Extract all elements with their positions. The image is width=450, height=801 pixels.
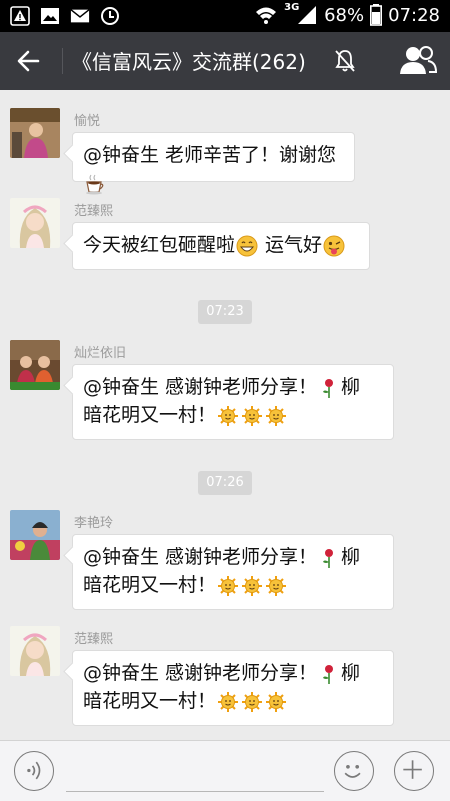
grin-icon [236, 235, 258, 256]
message-input[interactable] [66, 755, 324, 792]
sun-icon [266, 405, 287, 426]
plus-icon [403, 760, 422, 779]
sender-name: 李艳玲 [74, 516, 114, 531]
sun-icon [242, 575, 263, 596]
message-bubble[interactable]: @钟奋生 老师辛苦了！谢谢您 [72, 132, 355, 194]
message-text: @钟奋生 感谢钟老师分享！ [83, 376, 318, 398]
message-bubble[interactable]: @钟奋生 感谢钟老师分享！ 柳 暗花明又一村！ [72, 534, 394, 610]
avatar-photo [10, 340, 60, 390]
time-separator: 07:26 [198, 471, 252, 495]
message-text: 柳 [341, 546, 361, 568]
message-text: 柳 [341, 376, 361, 398]
voice-input-button[interactable] [14, 751, 54, 791]
sender-name: 范臻熙 [74, 204, 114, 219]
tongue-wink-icon [323, 235, 345, 256]
sender-name: 愉悦 [74, 114, 101, 129]
signal-icon [298, 6, 317, 24]
emoji-button[interactable] [334, 751, 374, 791]
avatar-photo [10, 510, 60, 560]
warning-icon [10, 6, 30, 26]
avatar[interactable] [10, 198, 60, 248]
message-text: @钟奋生 感谢钟老师分享！ [83, 546, 318, 568]
avatar[interactable] [10, 510, 60, 560]
status-bar: 3G 68% 07:28 [0, 0, 450, 32]
message-bubble[interactable]: 今天被红包砸醒啦 运气好 [72, 222, 370, 270]
coffee-icon [86, 174, 104, 194]
sun-icon [266, 575, 287, 596]
notification-icons [10, 6, 120, 26]
back-arrow-icon[interactable] [10, 41, 50, 81]
mail-icon [70, 9, 90, 23]
mute-bell-icon [335, 50, 355, 72]
cell-signal: 3G [284, 2, 318, 26]
sun-icon [218, 405, 239, 426]
smiley-icon [344, 764, 361, 778]
sun-icon [218, 575, 239, 596]
rose-icon [323, 378, 334, 398]
time-separator: 07:23 [198, 300, 252, 324]
image-icon [41, 8, 59, 24]
group-members-icon[interactable] [398, 44, 438, 78]
voice-icon [27, 761, 41, 780]
input-bar [0, 740, 450, 801]
sender-name: 灿烂依旧 [74, 346, 127, 361]
avatar[interactable] [10, 340, 60, 390]
avatar-photo [10, 108, 60, 158]
more-options-button[interactable] [394, 751, 434, 791]
title-divider [62, 48, 63, 74]
wifi-icon [256, 7, 277, 24]
clock: 07:28 [388, 4, 440, 26]
message-list[interactable]: 愉悦 @钟奋生 老师辛苦了！谢谢您 范臻熙 今天被红包砸醒啦 运气好 07:23… [0, 90, 450, 740]
battery-percent: 68% [324, 4, 365, 26]
message-text: 暗花明又一村！ [83, 404, 217, 426]
sync-icon [101, 7, 119, 25]
message-bubble[interactable]: @钟奋生 感谢钟老师分享！ 柳 暗花明又一村！ [72, 364, 394, 440]
chat-title: 《信富风云》交流群(262) [72, 50, 306, 74]
avatar-photo [10, 626, 60, 676]
sun-icon [218, 691, 239, 712]
sun-icon [242, 691, 263, 712]
battery-icon [370, 4, 383, 26]
sender-name: 范臻熙 [74, 632, 114, 647]
sun-icon [266, 691, 287, 712]
avatar[interactable] [10, 108, 60, 158]
avatar[interactable] [10, 626, 60, 676]
message-text: @钟奋生 老师辛苦了！谢谢您 [83, 144, 337, 166]
rose-icon [323, 548, 334, 568]
message-text: @钟奋生 感谢钟老师分享！ [83, 662, 318, 684]
message-text: 暗花明又一村！ [83, 574, 217, 596]
message-text-suffix: 运气好 [259, 234, 323, 256]
sun-icon [242, 405, 263, 426]
rose-icon [323, 664, 334, 684]
message-bubble[interactable]: @钟奋生 感谢钟老师分享！ 柳 暗花明又一村！ [72, 650, 394, 726]
avatar-photo [10, 198, 60, 248]
title-bar: 《信富风云》交流群(262) [0, 32, 450, 90]
message-text: 今天被红包砸醒啦 [83, 234, 236, 256]
message-text: 柳 [341, 662, 361, 684]
system-indicators: 3G 68% 07:28 [254, 2, 440, 26]
message-text: 暗花明又一村！ [83, 690, 217, 712]
